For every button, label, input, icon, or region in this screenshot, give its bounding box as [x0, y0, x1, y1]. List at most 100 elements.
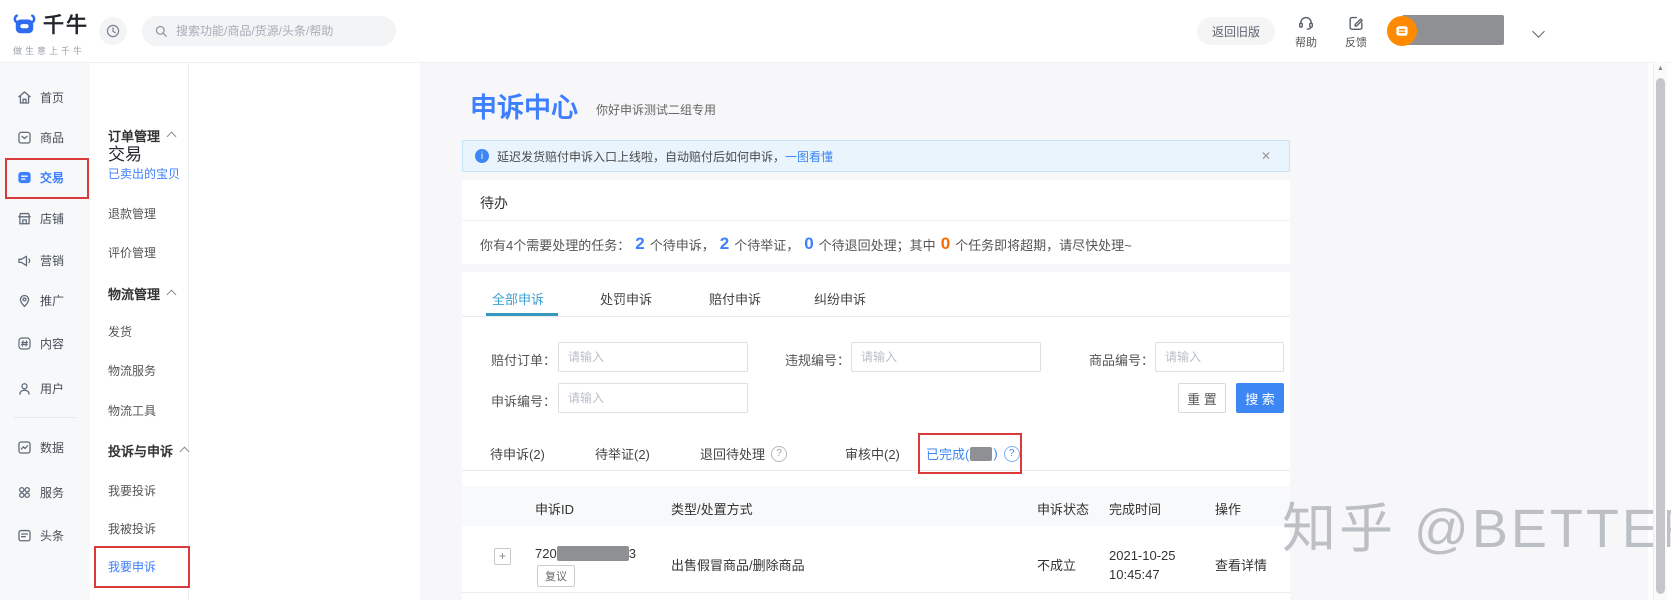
back-to-old-version-button[interactable]: 返回旧版 — [1197, 17, 1275, 45]
sidebar-label: 头条 — [40, 527, 64, 544]
appeal-number-input[interactable] — [558, 383, 748, 413]
tab-compensation-appeals[interactable]: 赔付申诉 — [709, 289, 761, 308]
submenu-item-ship[interactable]: 发货 — [108, 323, 132, 340]
sidebar-item-services[interactable]: 服务 — [0, 480, 90, 504]
filter-label-compensation-order: 赔付订单： — [480, 350, 556, 369]
sidebar-divider — [14, 417, 76, 418]
qianniu-logo[interactable]: 千牛 — [12, 9, 89, 39]
reset-button[interactable]: 重 置 — [1178, 383, 1226, 413]
sidebar-item-shop[interactable]: 店铺 — [0, 206, 90, 230]
group-logistics-management[interactable]: 物流管理 — [108, 284, 175, 303]
subtab-under-review[interactable]: 审核中(2) — [845, 444, 900, 463]
submenu-item-review-management[interactable]: 评价管理 — [108, 244, 156, 261]
subtab-returned-pending[interactable]: 退回待处理 ? — [700, 444, 787, 463]
sidebar-label: 内容 — [40, 335, 64, 352]
notice-link[interactable]: 一图看懂 — [785, 148, 833, 165]
search-button[interactable]: 搜 索 — [1236, 383, 1284, 413]
row-expand-button[interactable]: + — [494, 548, 511, 565]
watermark: 知乎 @BETTER — [1282, 484, 1671, 563]
filter-label-violation-number: 违规编号： — [784, 350, 850, 369]
global-search[interactable] — [142, 16, 396, 46]
scrollbar-up-arrow[interactable]: ▲ — [1656, 65, 1665, 72]
divider — [462, 220, 1290, 221]
submenu-item-complained-against-me[interactable]: 我被投诉 — [108, 520, 156, 537]
submenu-item-sold-items[interactable]: 已卖出的宝贝 — [108, 165, 180, 182]
person-icon — [16, 380, 33, 397]
headset-icon — [1297, 14, 1315, 32]
filter-label-product-number: 商品编号： — [1088, 350, 1154, 369]
sidebar-item-users[interactable]: 用户 — [0, 376, 90, 400]
submenu-item-logistics-tools[interactable]: 物流工具 — [108, 402, 156, 419]
history-clock-button[interactable] — [99, 17, 127, 45]
help-label: 帮助 — [1295, 34, 1317, 50]
home-icon — [16, 89, 33, 106]
storefront-icon — [16, 210, 33, 227]
collapse-caret-icon — [167, 132, 177, 142]
subtab-completed[interactable]: 已完成( ) ? — [926, 444, 1020, 463]
compensation-order-input[interactable] — [558, 342, 748, 372]
help-button[interactable]: 帮助 — [1288, 13, 1324, 51]
view-details-link[interactable]: 查看详情 — [1215, 555, 1267, 574]
subtab-pending-evidence[interactable]: 待举证(2) — [595, 444, 650, 463]
clock-icon — [105, 23, 121, 39]
tab-penalty-appeals[interactable]: 处罚申诉 — [600, 289, 652, 308]
sidebar-item-content[interactable]: 内容 — [0, 331, 90, 355]
filter-label-appeal-number: 申诉编号： — [480, 391, 556, 410]
active-tab-underline — [486, 313, 558, 316]
search-input[interactable] — [174, 23, 368, 39]
completed-count-redacted — [970, 447, 992, 461]
qianniu-bull-icon — [12, 13, 37, 36]
tab-dispute-appeals[interactable]: 纠纷申诉 — [814, 289, 866, 308]
account-chevron-down-icon[interactable] — [1532, 25, 1545, 38]
group-complaints-appeals[interactable]: 投诉与申诉 — [108, 441, 188, 460]
col-appeal-id: 申诉ID — [535, 499, 574, 518]
submenu-item-i-want-to-appeal[interactable]: 我要申诉 — [108, 558, 156, 575]
sidebar-item-promotion[interactable]: 推广 — [0, 288, 90, 312]
group-order-management[interactable]: 订单管理 — [108, 126, 175, 145]
close-icon[interactable]: ✕ — [1255, 148, 1277, 164]
sidebar-label: 用户 — [40, 380, 64, 397]
info-icon: i — [475, 149, 489, 163]
count-expiring: 0 — [941, 234, 950, 254]
divider — [462, 470, 1290, 471]
review-tag: 复议 — [537, 565, 575, 587]
sidebar-item-products[interactable]: 商品 — [0, 125, 90, 149]
product-number-input[interactable] — [1155, 342, 1284, 372]
top-bar: 千牛 做生意上千牛 返回旧版 — [0, 0, 1671, 63]
submenu-item-refund-management[interactable]: 退款管理 — [108, 205, 156, 222]
sidebar-label: 服务 — [40, 484, 64, 501]
hash-icon — [16, 335, 33, 352]
help-icon[interactable]: ? — [1004, 446, 1020, 462]
sidebar-item-headlines[interactable]: 头条 — [0, 523, 90, 547]
sidebar-item-marketing[interactable]: 营销 — [0, 248, 90, 272]
trade-icon — [16, 169, 33, 186]
todo-card: 待办 你有4个需要处理的任务： 2 个待申诉， 2 个待举证， 0 个待退回处理… — [462, 180, 1290, 264]
page-subtitle: 你好申诉测试二组专用 — [596, 101, 716, 118]
feedback-button[interactable]: 反馈 — [1338, 13, 1374, 51]
sidebar-item-home[interactable]: 首页 — [0, 85, 90, 109]
avatar[interactable] — [1387, 16, 1417, 46]
account-name-redacted — [1402, 15, 1504, 45]
help-icon[interactable]: ? — [771, 446, 787, 462]
sidebar-item-data[interactable]: 数据 — [0, 435, 90, 459]
subtab-pending-appeal[interactable]: 待申诉(2) — [490, 444, 545, 463]
scrollbar-thumb[interactable] — [1656, 78, 1665, 594]
sidebar-label: 首页 — [40, 89, 64, 106]
count-pending-evidence: 2 — [720, 234, 729, 254]
sidebar-label: 营销 — [40, 252, 64, 269]
submenu-item-i-want-to-complain[interactable]: 我要投诉 — [108, 482, 156, 499]
col-appeal-status: 申诉状态 — [1037, 499, 1089, 518]
finish-time-cell: 2021-10-25 10:45:47 — [1109, 546, 1176, 584]
trade-submenu: 交易 订单管理 已卖出的宝贝 退款管理 评价管理 物流管理 发货 物流服务 物流… — [90, 62, 189, 600]
appeal-id-cell: 7203 — [535, 546, 636, 561]
sidebar-label: 交易 — [40, 169, 64, 186]
violation-number-input[interactable] — [851, 342, 1041, 372]
tab-all-appeals[interactable]: 全部申诉 — [492, 289, 544, 308]
submenu-item-logistics-services[interactable]: 物流服务 — [108, 362, 156, 379]
search-icon — [154, 24, 168, 38]
sidebar-label: 店铺 — [40, 210, 64, 227]
type-cell: 出售假冒商品/删除商品 — [671, 555, 805, 574]
todo-summary: 你有4个需要处理的任务： 2 个待申诉， 2 个待举证， 0 个待退回处理；其中… — [480, 234, 1132, 254]
divider — [462, 316, 1290, 317]
sidebar-item-trade[interactable]: 交易 — [0, 165, 90, 189]
